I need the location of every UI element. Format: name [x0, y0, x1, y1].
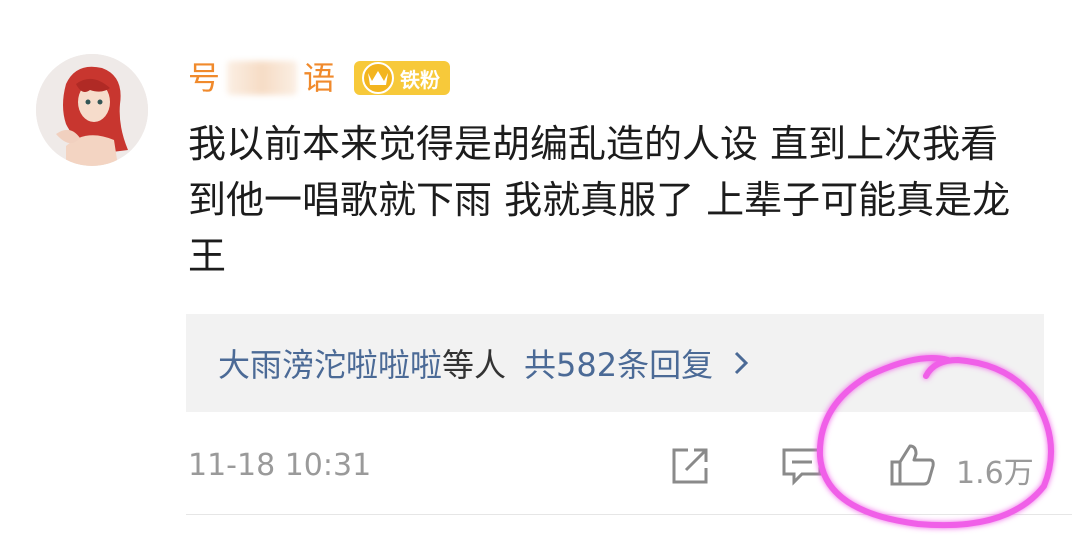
- thumbs-up-icon[interactable]: [888, 442, 938, 488]
- reply-summary[interactable]: 大雨滂沱啦啦啦 等人 共582条回复: [186, 314, 1044, 412]
- reply-others: 等人: [442, 346, 507, 384]
- reply-author[interactable]: 大雨滂沱啦啦啦: [218, 340, 442, 386]
- username[interactable]: 号 语 铁粉: [188, 58, 451, 98]
- chevron-right-icon[interactable]: [731, 348, 751, 378]
- comment-icon[interactable]: [780, 446, 824, 486]
- badge-label: 铁粉: [400, 67, 441, 92]
- like-count: 1.6万: [956, 456, 1034, 491]
- avatar-image: [36, 54, 148, 166]
- username-blurred: [227, 61, 298, 95]
- fan-badge[interactable]: 铁粉: [354, 61, 451, 95]
- username-start: 号: [188, 59, 222, 97]
- comment-text: 我以前本来觉得是胡编乱造的人设 直到上次我看到他一唱歌就下雨 我就真服了 上辈子…: [188, 122, 1011, 278]
- crown-icon: [362, 62, 395, 94]
- reply-count[interactable]: 共582条回复: [524, 340, 713, 386]
- timestamp: 11-18 10:31: [188, 448, 372, 483]
- username-end: 语: [303, 59, 337, 97]
- share-icon[interactable]: [668, 444, 712, 488]
- divider: [186, 514, 1072, 515]
- avatar[interactable]: [36, 54, 148, 166]
- comment-footer: 11-18 10:31 1.6万: [0, 436, 1072, 496]
